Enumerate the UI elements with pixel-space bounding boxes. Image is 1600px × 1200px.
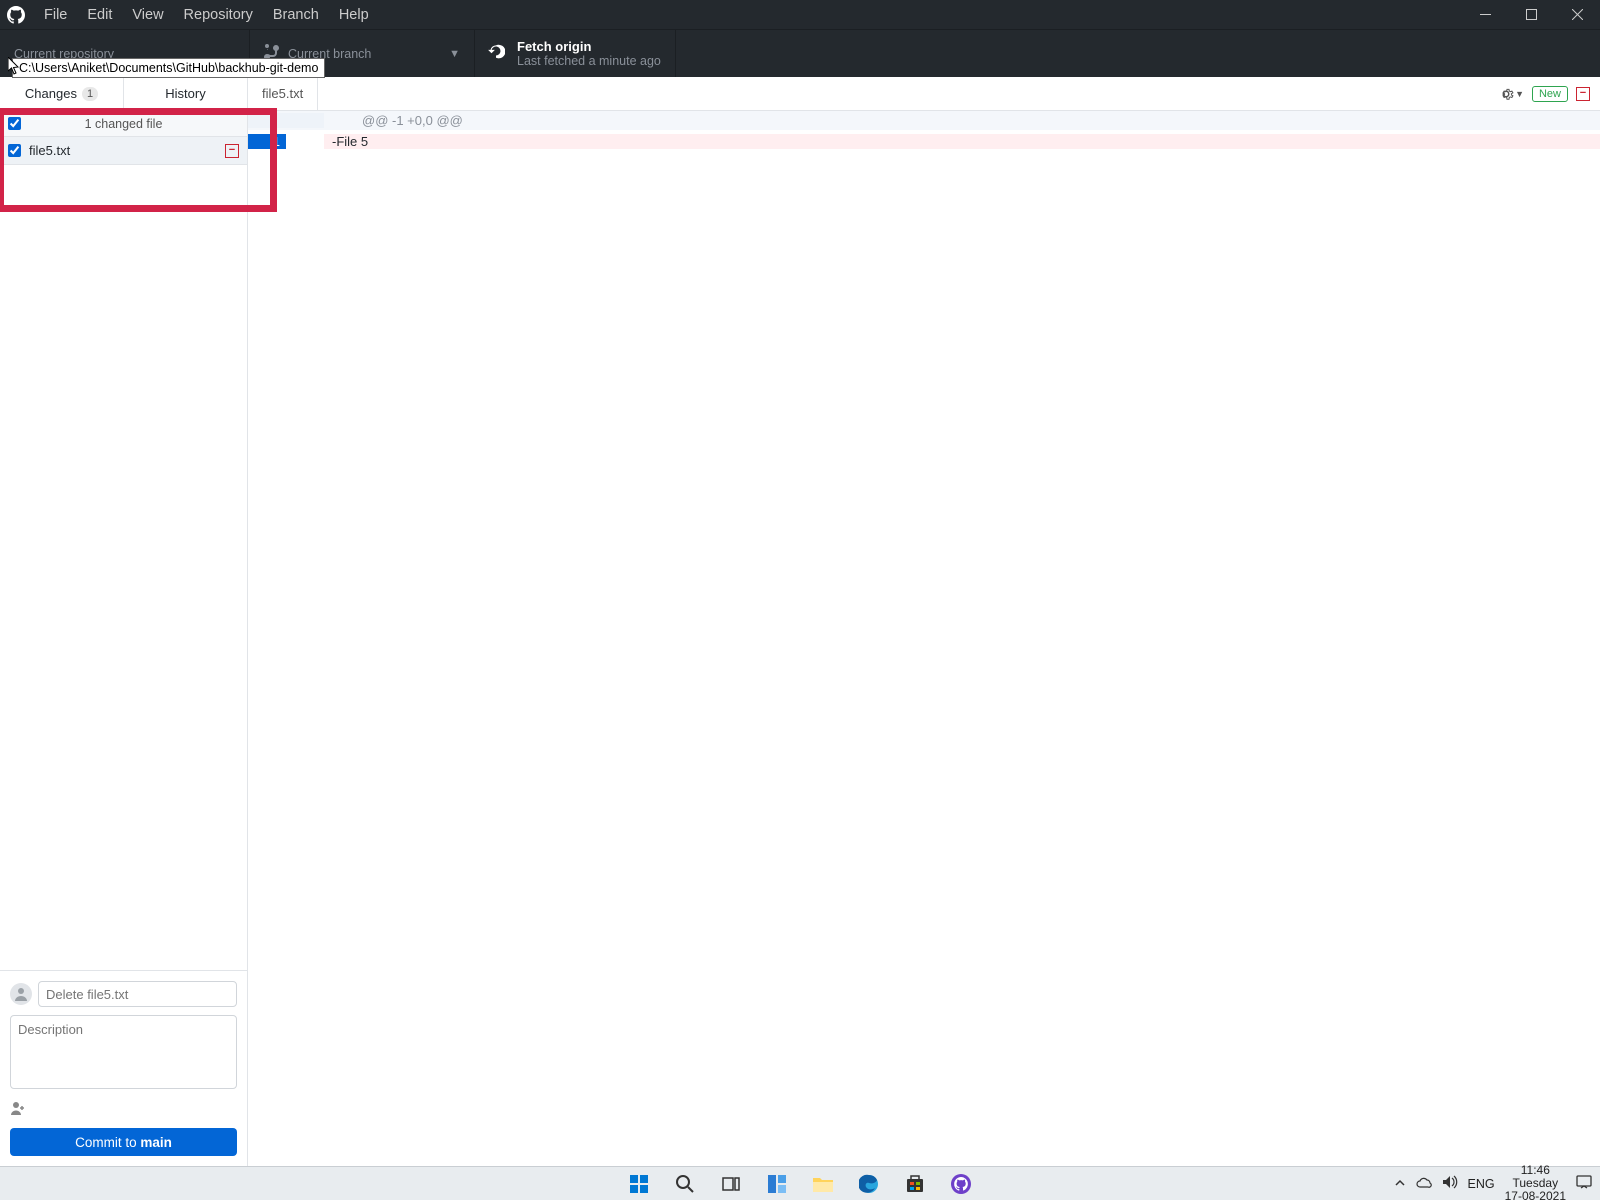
tray-onedrive-icon[interactable] (1416, 1176, 1432, 1192)
start-button[interactable] (625, 1170, 653, 1198)
file-checkbox[interactable] (8, 144, 21, 157)
diff-hunk-header: @@ -1 +0,0 @@ (248, 111, 1600, 130)
open-file-tab[interactable]: file5.txt (248, 77, 318, 110)
fetch-subtitle: Last fetched a minute ago (517, 54, 661, 68)
sync-icon (487, 42, 505, 65)
chevron-down-icon: ▼ (449, 48, 460, 60)
tab-history-label: History (165, 86, 205, 101)
diff-line[interactable]: 1 -File 5 (248, 130, 1600, 152)
main-area: 1 changed file file5.txt − Commit to mai… (0, 111, 1600, 1166)
collapse-diff-button[interactable]: − (1576, 87, 1590, 101)
minimize-button[interactable] (1462, 0, 1508, 29)
menu-repository[interactable]: Repository (174, 0, 263, 29)
changed-file-row[interactable]: file5.txt − (0, 137, 247, 165)
changed-files-count: 1 changed file (85, 117, 163, 131)
file-explorer-icon[interactable] (809, 1170, 837, 1198)
fetch-origin-button[interactable]: Fetch origin Last fetched a minute ago (475, 30, 676, 77)
menu-help[interactable]: Help (329, 0, 379, 29)
task-view-button[interactable] (717, 1170, 745, 1198)
search-button[interactable] (671, 1170, 699, 1198)
new-badge[interactable]: New (1532, 86, 1568, 102)
tray-time: 11:46 (1505, 1164, 1566, 1177)
windows-taskbar: ENG 11:46 Tuesday 17-08-2021 (0, 1166, 1600, 1200)
changes-count-badge: 1 (82, 87, 98, 101)
github-desktop-taskbar-icon[interactable] (947, 1170, 975, 1198)
tray-notifications-icon[interactable] (1576, 1174, 1592, 1193)
tray-language[interactable]: ENG (1468, 1177, 1495, 1191)
repository-path-tooltip: C:\Users\Aniket\Documents\GitHub\backhub… (12, 58, 325, 78)
tab-history[interactable]: History (124, 77, 248, 110)
system-tray: ENG 11:46 Tuesday 17-08-2021 (1394, 1164, 1592, 1200)
diff-settings-button[interactable]: ▼ (1498, 86, 1524, 102)
tray-overflow-icon[interactable] (1394, 1176, 1406, 1192)
add-coauthor-button[interactable] (10, 1100, 26, 1120)
diff-view: @@ -1 +0,0 @@ 1 -File 5 (248, 111, 1600, 1166)
tray-volume-icon[interactable] (1442, 1175, 1458, 1192)
open-file-tab-label: file5.txt (262, 86, 303, 101)
commit-button-prefix: Commit to (75, 1135, 140, 1150)
menu-view[interactable]: View (122, 0, 173, 29)
menu-edit[interactable]: Edit (77, 0, 122, 29)
tray-date: 17-08-2021 (1505, 1190, 1566, 1200)
commit-description-input[interactable] (10, 1015, 237, 1089)
microsoft-store-icon[interactable] (901, 1170, 929, 1198)
current-repository-selector[interactable]: Current repository C:\Users\Aniket\Docum… (0, 30, 250, 77)
menu-file[interactable]: File (34, 0, 77, 29)
select-all-checkbox[interactable] (8, 117, 21, 130)
menu-branch[interactable]: Branch (263, 0, 329, 29)
window-controls (1462, 0, 1600, 29)
commit-form: Commit to main (0, 970, 247, 1166)
edge-browser-icon[interactable] (855, 1170, 883, 1198)
diff-hunk-text: @@ -1 +0,0 @@ (324, 113, 1600, 128)
changed-file-name: file5.txt (29, 143, 70, 158)
user-avatar (10, 983, 32, 1005)
maximize-button[interactable] (1508, 0, 1554, 29)
titlebar: File Edit View Repository Branch Help (0, 0, 1600, 29)
toolbar: Current repository C:\Users\Aniket\Docum… (0, 29, 1600, 77)
file-deleted-icon: − (225, 144, 239, 158)
tab-changes-label: Changes (25, 86, 77, 101)
fetch-title: Fetch origin (517, 39, 661, 54)
close-button[interactable] (1554, 0, 1600, 29)
changes-sidebar: 1 changed file file5.txt − Commit to mai… (0, 111, 248, 1166)
commit-button[interactable]: Commit to main (10, 1128, 237, 1156)
commit-button-branch: main (140, 1135, 172, 1150)
github-icon (6, 5, 26, 25)
tab-bar: Changes 1 History file5.txt ▼ New − (0, 77, 1600, 111)
tray-clock[interactable]: 11:46 Tuesday 17-08-2021 (1505, 1164, 1566, 1200)
diff-line-content: -File 5 (324, 134, 1600, 149)
widgets-button[interactable] (763, 1170, 791, 1198)
commit-summary-input[interactable] (38, 981, 237, 1007)
cursor-icon (8, 57, 22, 80)
tab-changes[interactable]: Changes 1 (0, 77, 124, 110)
changes-list-header: 1 changed file (0, 111, 247, 137)
diff-old-line-number: 1 (248, 134, 286, 149)
